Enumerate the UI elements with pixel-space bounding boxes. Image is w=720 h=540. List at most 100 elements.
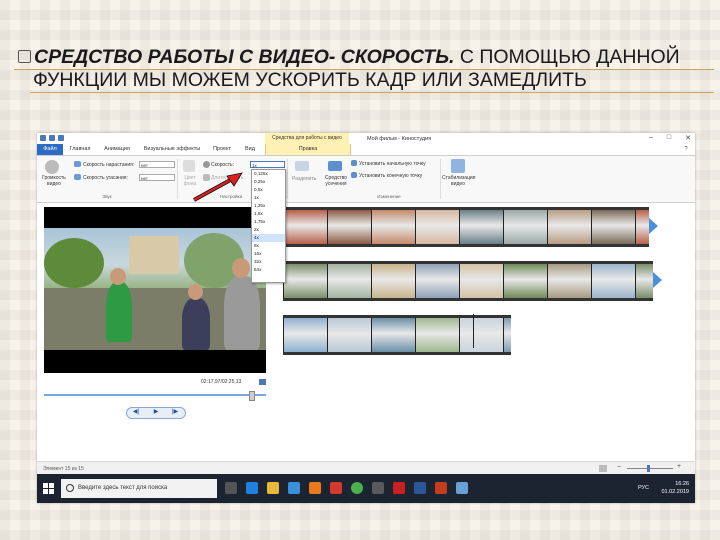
play-button[interactable]: ▶ bbox=[149, 409, 163, 416]
timeline-frame bbox=[371, 318, 416, 352]
speed-select[interactable]: 1x bbox=[250, 161, 285, 168]
chrome-icon[interactable] bbox=[351, 482, 363, 494]
next-frame-button[interactable]: |▶ bbox=[168, 409, 182, 416]
seek-thumb[interactable] bbox=[248, 391, 255, 401]
stabilize-label: Стабилизация видео bbox=[442, 175, 476, 187]
timeline-clip-strip[interactable] bbox=[283, 207, 649, 247]
speed-option[interactable]: 1,25x bbox=[252, 202, 285, 210]
stabilize-icon[interactable] bbox=[451, 159, 465, 173]
timeline-clip-strip[interactable] bbox=[283, 315, 511, 355]
group-editing-label: Изменение bbox=[377, 194, 401, 199]
timeline-frame bbox=[283, 264, 328, 298]
redo-icon[interactable] bbox=[58, 135, 64, 141]
tab-animation[interactable]: Анимация bbox=[99, 144, 135, 155]
speed-option[interactable]: 1,5x bbox=[252, 210, 285, 218]
yandex-icon[interactable] bbox=[330, 482, 342, 494]
set-end-label[interactable]: Установить конечную точку bbox=[359, 173, 422, 179]
taskbar-apps bbox=[225, 482, 468, 494]
timeline-frame bbox=[503, 264, 548, 298]
speed-option[interactable]: 16x bbox=[252, 250, 285, 258]
store-icon[interactable] bbox=[288, 482, 300, 494]
tab-project[interactable]: Проект bbox=[209, 144, 235, 155]
tab-view[interactable]: Вид bbox=[240, 144, 260, 155]
windows-start-icon[interactable] bbox=[43, 483, 54, 494]
zoom-in-icon[interactable]: + bbox=[677, 463, 681, 470]
fullscreen-icon[interactable] bbox=[259, 379, 266, 385]
status-bar: Элемент 15 из 15 − + bbox=[37, 461, 695, 475]
timeline-clip-strip[interactable] bbox=[283, 261, 653, 301]
timeline-frame bbox=[459, 210, 504, 244]
split-icon[interactable] bbox=[295, 161, 309, 171]
speed-option[interactable]: 32x bbox=[252, 258, 285, 266]
timeline-frame bbox=[415, 210, 460, 244]
speed-dropdown-list[interactable]: 0,125x 0,25x 0,5x 1x 1,25x 1,5x 1,75x 2x 4x 8x 16x… bbox=[251, 169, 286, 283]
window-title: Мой фильм - Киностудия bbox=[367, 136, 432, 142]
clip-continues-arrow bbox=[653, 272, 662, 288]
timeline-frame bbox=[327, 210, 372, 244]
undo-icon[interactable] bbox=[49, 135, 55, 141]
speed-option[interactable]: 4x bbox=[252, 234, 285, 242]
clock-date: 01.02.2019 bbox=[661, 489, 689, 495]
speed-icon bbox=[203, 161, 210, 168]
video-tools-context-tab: Средства для работы с видео bbox=[265, 133, 349, 144]
speed-option[interactable]: 0,125x bbox=[252, 170, 285, 178]
zoom-slider[interactable] bbox=[627, 465, 673, 472]
playhead[interactable] bbox=[473, 314, 474, 348]
minimize-button[interactable]: – bbox=[649, 134, 653, 142]
taskbar-search-box[interactable]: Введите здесь текст для поиска bbox=[61, 479, 217, 498]
trim-icon[interactable] bbox=[328, 161, 342, 171]
maximize-button[interactable]: □ bbox=[667, 134, 671, 142]
timeline-frame bbox=[591, 210, 636, 244]
storyboard bbox=[281, 203, 695, 459]
timeline-frame bbox=[459, 264, 504, 298]
edge-icon[interactable] bbox=[246, 482, 258, 494]
thumbnail-size-icon[interactable] bbox=[599, 465, 607, 472]
zoom-thumb[interactable] bbox=[647, 465, 650, 472]
timeline-frame bbox=[415, 264, 460, 298]
app-icon[interactable] bbox=[372, 482, 384, 494]
speed-option[interactable]: 0,5x bbox=[252, 186, 285, 194]
close-button[interactable]: ✕ bbox=[685, 134, 691, 142]
word-icon[interactable] bbox=[414, 482, 426, 494]
help-icon[interactable]: ? bbox=[681, 144, 691, 155]
file-explorer-icon[interactable] bbox=[267, 482, 279, 494]
tab-visual-effects[interactable]: Визуальные эффекты bbox=[140, 144, 204, 155]
window-controls: – □ ✕ bbox=[649, 134, 691, 142]
heading-rest-text: С ПОМОЩЬЮ ДАННОЙ bbox=[454, 46, 680, 68]
volume-icon[interactable] bbox=[45, 160, 59, 174]
heading-underline bbox=[14, 69, 714, 70]
speed-option[interactable]: 2x bbox=[252, 226, 285, 234]
timeline-frame bbox=[635, 264, 653, 298]
fade-out-select[interactable]: нет bbox=[139, 174, 175, 181]
speed-option[interactable]: 64x bbox=[252, 266, 285, 274]
heading-line-2: ФУНКЦИИ МЫ МОЖЕМ УСКОРИТЬ КАДР ИЛИ ЗАМЕД… bbox=[33, 69, 587, 91]
ribbon-separator bbox=[287, 159, 288, 199]
speed-option[interactable]: 8x bbox=[252, 242, 285, 250]
previous-frame-button[interactable]: ◀| bbox=[129, 409, 143, 416]
save-icon[interactable] bbox=[40, 135, 46, 141]
fade-out-label: Скорость угасания: bbox=[83, 175, 128, 181]
taskbar: Введите здесь текст для поиска РУС 16:26… bbox=[37, 474, 695, 503]
clock[interactable]: 16:26 01.02.2019 bbox=[661, 480, 689, 496]
tab-edit[interactable]: Правка bbox=[265, 144, 351, 155]
set-start-label[interactable]: Установить начальную точку bbox=[359, 161, 426, 167]
zoom-out-icon[interactable]: − bbox=[617, 464, 621, 471]
speed-option[interactable]: 0,25x bbox=[252, 178, 285, 186]
timeline-frame bbox=[547, 264, 592, 298]
tab-file[interactable]: Файл bbox=[37, 144, 63, 155]
speed-label: Скорость: bbox=[211, 162, 234, 168]
opera-icon[interactable] bbox=[393, 482, 405, 494]
firefox-icon[interactable] bbox=[309, 482, 321, 494]
speed-option[interactable]: 1,75x bbox=[252, 218, 285, 226]
seek-bar[interactable] bbox=[44, 391, 266, 401]
powerpoint-icon[interactable] bbox=[435, 482, 447, 494]
timeline-frame bbox=[327, 318, 372, 352]
task-view-icon[interactable] bbox=[225, 482, 237, 494]
timecode: 02:17,97/02:25,13 bbox=[201, 379, 242, 385]
language-indicator[interactable]: РУС bbox=[638, 485, 649, 491]
movie-maker-icon[interactable] bbox=[456, 482, 468, 494]
person-head bbox=[110, 268, 126, 285]
tab-home[interactable]: Главная bbox=[67, 144, 93, 155]
fade-in-select[interactable]: нет bbox=[139, 161, 175, 168]
speed-option[interactable]: 1x bbox=[252, 194, 285, 202]
